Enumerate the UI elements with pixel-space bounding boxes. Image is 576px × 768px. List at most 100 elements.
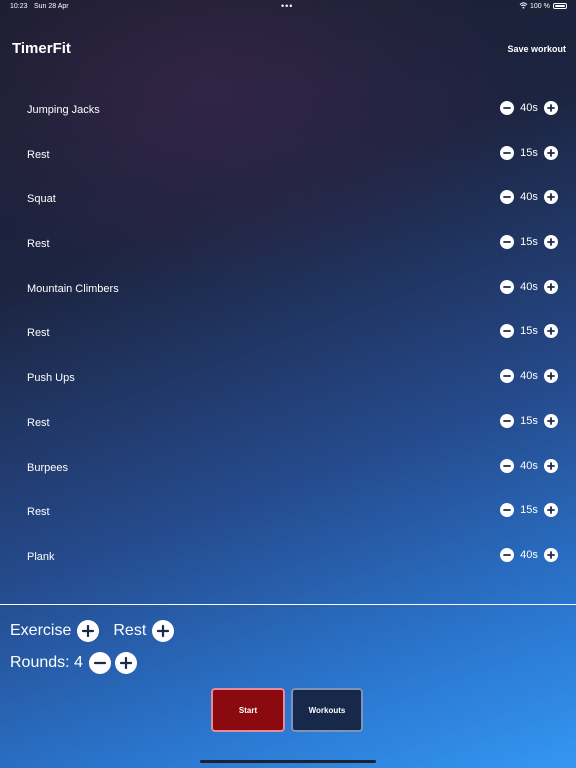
- decrease-duration-button[interactable]: [500, 324, 514, 339]
- list-item[interactable]: Rest 15s: [0, 310, 576, 355]
- item-name: Mountain Climbers: [27, 282, 119, 295]
- decrease-duration-button[interactable]: [500, 503, 514, 518]
- rounds-controls: Rounds: 4: [10, 652, 137, 674]
- status-bar: 10:23 Sun 28 Apr ••• 100 %: [0, 0, 576, 14]
- increase-duration-button[interactable]: [544, 413, 558, 428]
- increase-duration-button[interactable]: [544, 458, 558, 473]
- status-time: 10:23: [10, 3, 28, 10]
- duration-controls: 40s: [500, 279, 558, 294]
- save-workout-button[interactable]: Save workout: [507, 44, 566, 54]
- minus-icon: [503, 330, 511, 333]
- decrease-duration-button[interactable]: [500, 279, 514, 294]
- item-name: Rest: [27, 148, 50, 161]
- plus-icon: [547, 193, 555, 202]
- home-indicator[interactable]: [200, 760, 376, 763]
- rest-label: Rest: [113, 622, 147, 639]
- minus-icon: [503, 509, 511, 512]
- duration-value: 40s: [520, 370, 538, 383]
- increase-duration-button[interactable]: [544, 101, 558, 115]
- decrease-duration-button[interactable]: [500, 369, 514, 384]
- minus-icon: [503, 464, 511, 467]
- list-item[interactable]: Rest 15s: [0, 132, 576, 177]
- battery-percent: 100 %: [530, 3, 550, 10]
- item-name: Jumping Jacks: [27, 104, 100, 116]
- plus-icon: [547, 282, 555, 291]
- app-title: TimerFit: [12, 40, 71, 57]
- list-item[interactable]: Squat 40s: [0, 176, 576, 221]
- workouts-button[interactable]: Workouts: [291, 688, 363, 732]
- increase-duration-button[interactable]: [544, 324, 558, 339]
- duration-controls: 15s: [500, 235, 558, 250]
- item-name: Rest: [27, 416, 50, 429]
- plus-icon: [119, 656, 133, 670]
- item-name: Rest: [27, 238, 50, 251]
- minus-icon: [503, 553, 511, 556]
- duration-controls: 40s: [500, 101, 558, 115]
- minus-icon: [503, 419, 511, 422]
- minus-icon: [93, 661, 107, 665]
- item-name: Plank: [27, 550, 55, 563]
- plus-icon: [547, 148, 555, 157]
- minus-icon: [503, 375, 511, 378]
- duration-value: 40s: [520, 102, 538, 114]
- duration-value: 40s: [520, 280, 538, 293]
- duration-controls: 15s: [500, 145, 558, 160]
- increase-duration-button[interactable]: [544, 503, 558, 518]
- duration-value: 15s: [520, 236, 538, 249]
- plus-icon: [547, 550, 555, 559]
- plus-icon: [547, 372, 555, 381]
- add-exercise-button[interactable]: [77, 620, 100, 642]
- decrease-duration-button[interactable]: [500, 413, 514, 428]
- increase-duration-button[interactable]: [544, 190, 558, 205]
- multitasking-dots-icon[interactable]: •••: [281, 1, 293, 11]
- add-rest-button[interactable]: [152, 620, 175, 642]
- list-item[interactable]: Plank 40s: [0, 534, 576, 579]
- list-item[interactable]: Push Ups 40s: [0, 355, 576, 400]
- list-item[interactable]: Rest 15s: [0, 489, 576, 534]
- increase-duration-button[interactable]: [544, 145, 558, 160]
- increase-duration-button[interactable]: [544, 235, 558, 250]
- start-button[interactable]: Start: [211, 688, 285, 732]
- minus-icon: [503, 196, 511, 199]
- duration-controls: 40s: [500, 547, 558, 562]
- list-item[interactable]: Jumping Jacks 40s: [0, 87, 576, 132]
- plus-icon: [547, 416, 555, 425]
- item-name: Rest: [27, 327, 50, 340]
- minus-icon: [503, 107, 511, 109]
- duration-controls: 15s: [500, 503, 558, 518]
- increase-duration-button[interactable]: [544, 279, 558, 294]
- item-name: Burpees: [27, 461, 68, 474]
- decrease-duration-button[interactable]: [500, 458, 514, 473]
- increase-duration-button[interactable]: [544, 369, 558, 384]
- duration-controls: 40s: [500, 369, 558, 384]
- battery-fill: [555, 5, 565, 7]
- increase-duration-button[interactable]: [544, 547, 558, 562]
- duration-value: 15s: [520, 504, 538, 517]
- decrease-duration-button[interactable]: [500, 190, 514, 205]
- duration-value: 15s: [520, 146, 538, 159]
- duration-value: 40s: [520, 548, 538, 561]
- duration-value: 40s: [520, 191, 538, 204]
- exercise-label: Exercise: [10, 622, 72, 639]
- duration-controls: 40s: [500, 190, 558, 205]
- decrease-duration-button[interactable]: [500, 547, 514, 562]
- list-item[interactable]: Rest 15s: [0, 400, 576, 445]
- list-item[interactable]: Burpees 40s: [0, 445, 576, 490]
- minus-icon: [503, 151, 511, 154]
- duration-controls: 15s: [500, 413, 558, 428]
- list-item[interactable]: Rest 15s: [0, 221, 576, 266]
- item-name: Squat: [27, 193, 56, 206]
- rounds-label: Rounds: 4: [10, 654, 83, 671]
- decrease-duration-button[interactable]: [500, 235, 514, 250]
- decrease-duration-button[interactable]: [500, 101, 514, 115]
- decrease-duration-button[interactable]: [500, 145, 514, 160]
- status-date: Sun 28 Apr: [34, 3, 69, 10]
- duration-controls: 40s: [500, 458, 558, 473]
- minus-icon: [503, 285, 511, 288]
- plus-icon: [547, 327, 555, 336]
- plus-icon: [157, 624, 170, 638]
- wifi-icon: [519, 2, 528, 11]
- list-item[interactable]: Mountain Climbers 40s: [0, 266, 576, 311]
- decrease-rounds-button[interactable]: [88, 652, 111, 674]
- increase-rounds-button[interactable]: [114, 652, 137, 674]
